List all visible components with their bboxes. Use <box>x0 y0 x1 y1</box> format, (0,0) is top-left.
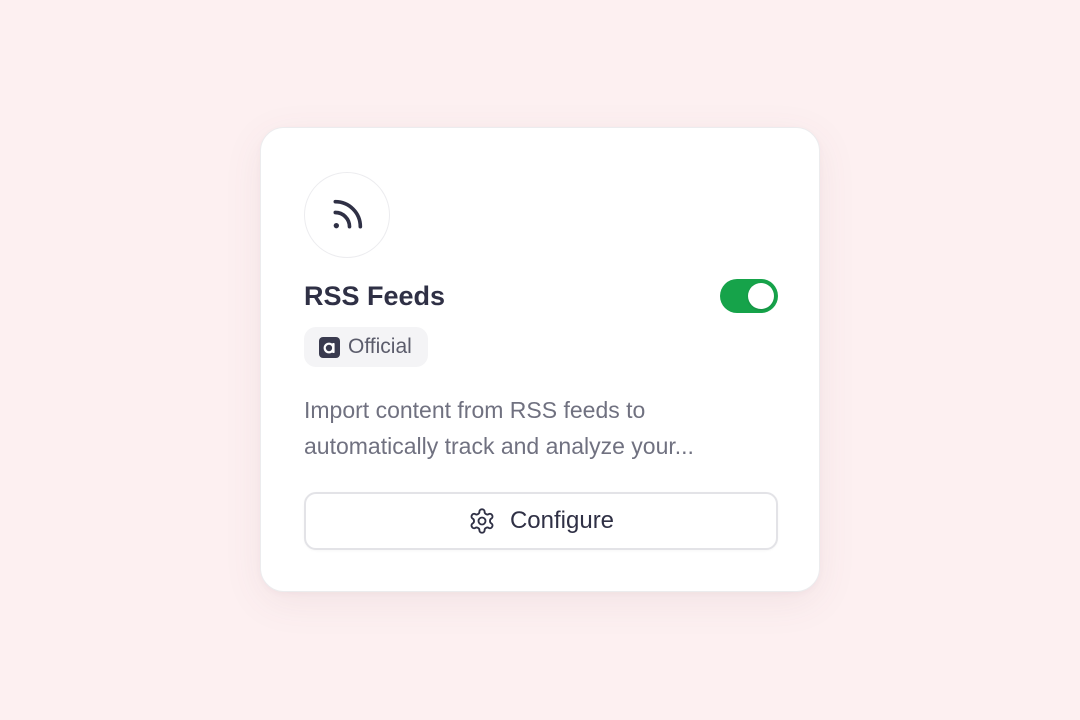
description-line-2: automatically track and analyze your... <box>304 433 694 459</box>
official-badge: Official <box>304 327 428 367</box>
configure-button[interactable]: Configure <box>304 492 778 550</box>
configure-button-label: Configure <box>509 507 615 534</box>
official-logo-icon <box>319 336 340 358</box>
card-title: RSS Feeds <box>304 281 446 311</box>
rss-icon <box>333 199 363 229</box>
integration-card: RSS Feeds Official Import content from R… <box>260 127 820 592</box>
badge-label: Official <box>348 335 412 358</box>
enable-toggle[interactable] <box>720 279 778 313</box>
gear-icon <box>468 507 496 535</box>
card-description: Import content from RSS feeds to automat… <box>304 392 784 464</box>
toggle-knob <box>748 283 774 309</box>
description-line-1: Import content from RSS feeds to <box>304 397 646 423</box>
rss-icon-container <box>304 172 390 258</box>
